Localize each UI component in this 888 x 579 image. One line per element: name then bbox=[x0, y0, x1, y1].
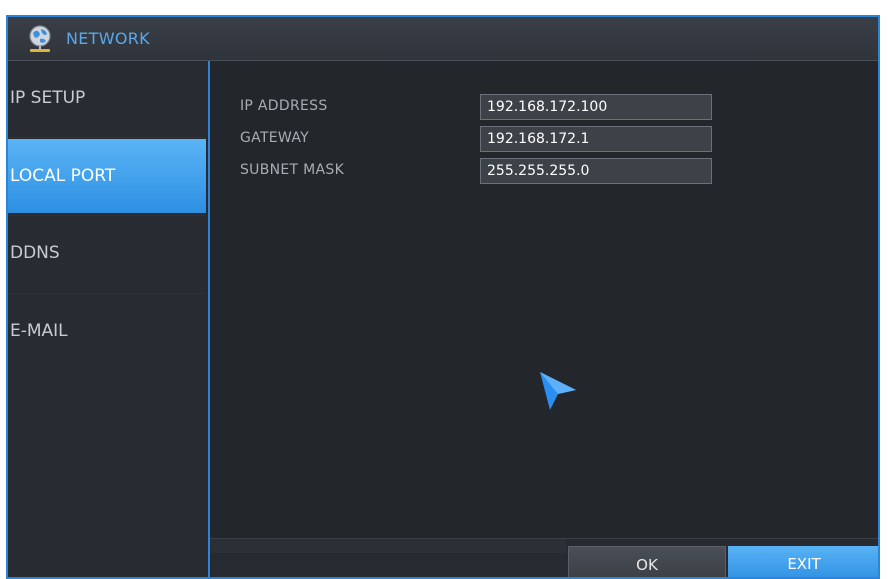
exit-button[interactable]: EXIT bbox=[728, 546, 878, 577]
sidebar-item-label: E-MAIL bbox=[10, 321, 68, 341]
footer-bar: OK EXIT bbox=[210, 538, 878, 577]
sidebar-item-label: IP SETUP bbox=[10, 88, 86, 108]
ip-address-field[interactable]: 192.168.172.100 bbox=[480, 94, 712, 120]
sidebar-item-local-port[interactable]: LOCAL PORT bbox=[8, 139, 206, 213]
ip-address-label: IP ADDRESS bbox=[240, 98, 328, 114]
subnet-mask-label: SUBNET MASK bbox=[240, 162, 345, 178]
sidebar-item-ddns[interactable]: DDNS bbox=[8, 216, 206, 290]
window-title: NETWORK bbox=[66, 29, 150, 48]
network-settings-window: NETWORK IP SETUP LOCAL PORT DDNS E-MAIL … bbox=[6, 15, 880, 579]
sidebar-item-label: LOCAL PORT bbox=[10, 166, 116, 186]
gateway-label: GATEWAY bbox=[240, 130, 309, 146]
mouse-pointer-icon bbox=[540, 372, 576, 410]
globe-network-icon bbox=[29, 25, 51, 52]
ok-button[interactable]: OK bbox=[568, 546, 726, 577]
gateway-field[interactable]: 192.168.172.1 bbox=[480, 126, 712, 152]
sidebar-item-ip-setup[interactable]: IP SETUP bbox=[8, 61, 206, 135]
subnet-mask-field[interactable]: 255.255.255.0 bbox=[480, 158, 712, 184]
sidebar: IP SETUP LOCAL PORT DDNS E-MAIL bbox=[8, 61, 210, 577]
sidebar-item-e-mail[interactable]: E-MAIL bbox=[8, 294, 206, 368]
sidebar-divider bbox=[8, 137, 206, 138]
footer-divider bbox=[210, 539, 566, 553]
sidebar-item-label: DDNS bbox=[10, 243, 60, 263]
settings-content: IP ADDRESS 192.168.172.100 GATEWAY 192.1… bbox=[210, 61, 878, 531]
title-bar: NETWORK bbox=[8, 17, 878, 61]
